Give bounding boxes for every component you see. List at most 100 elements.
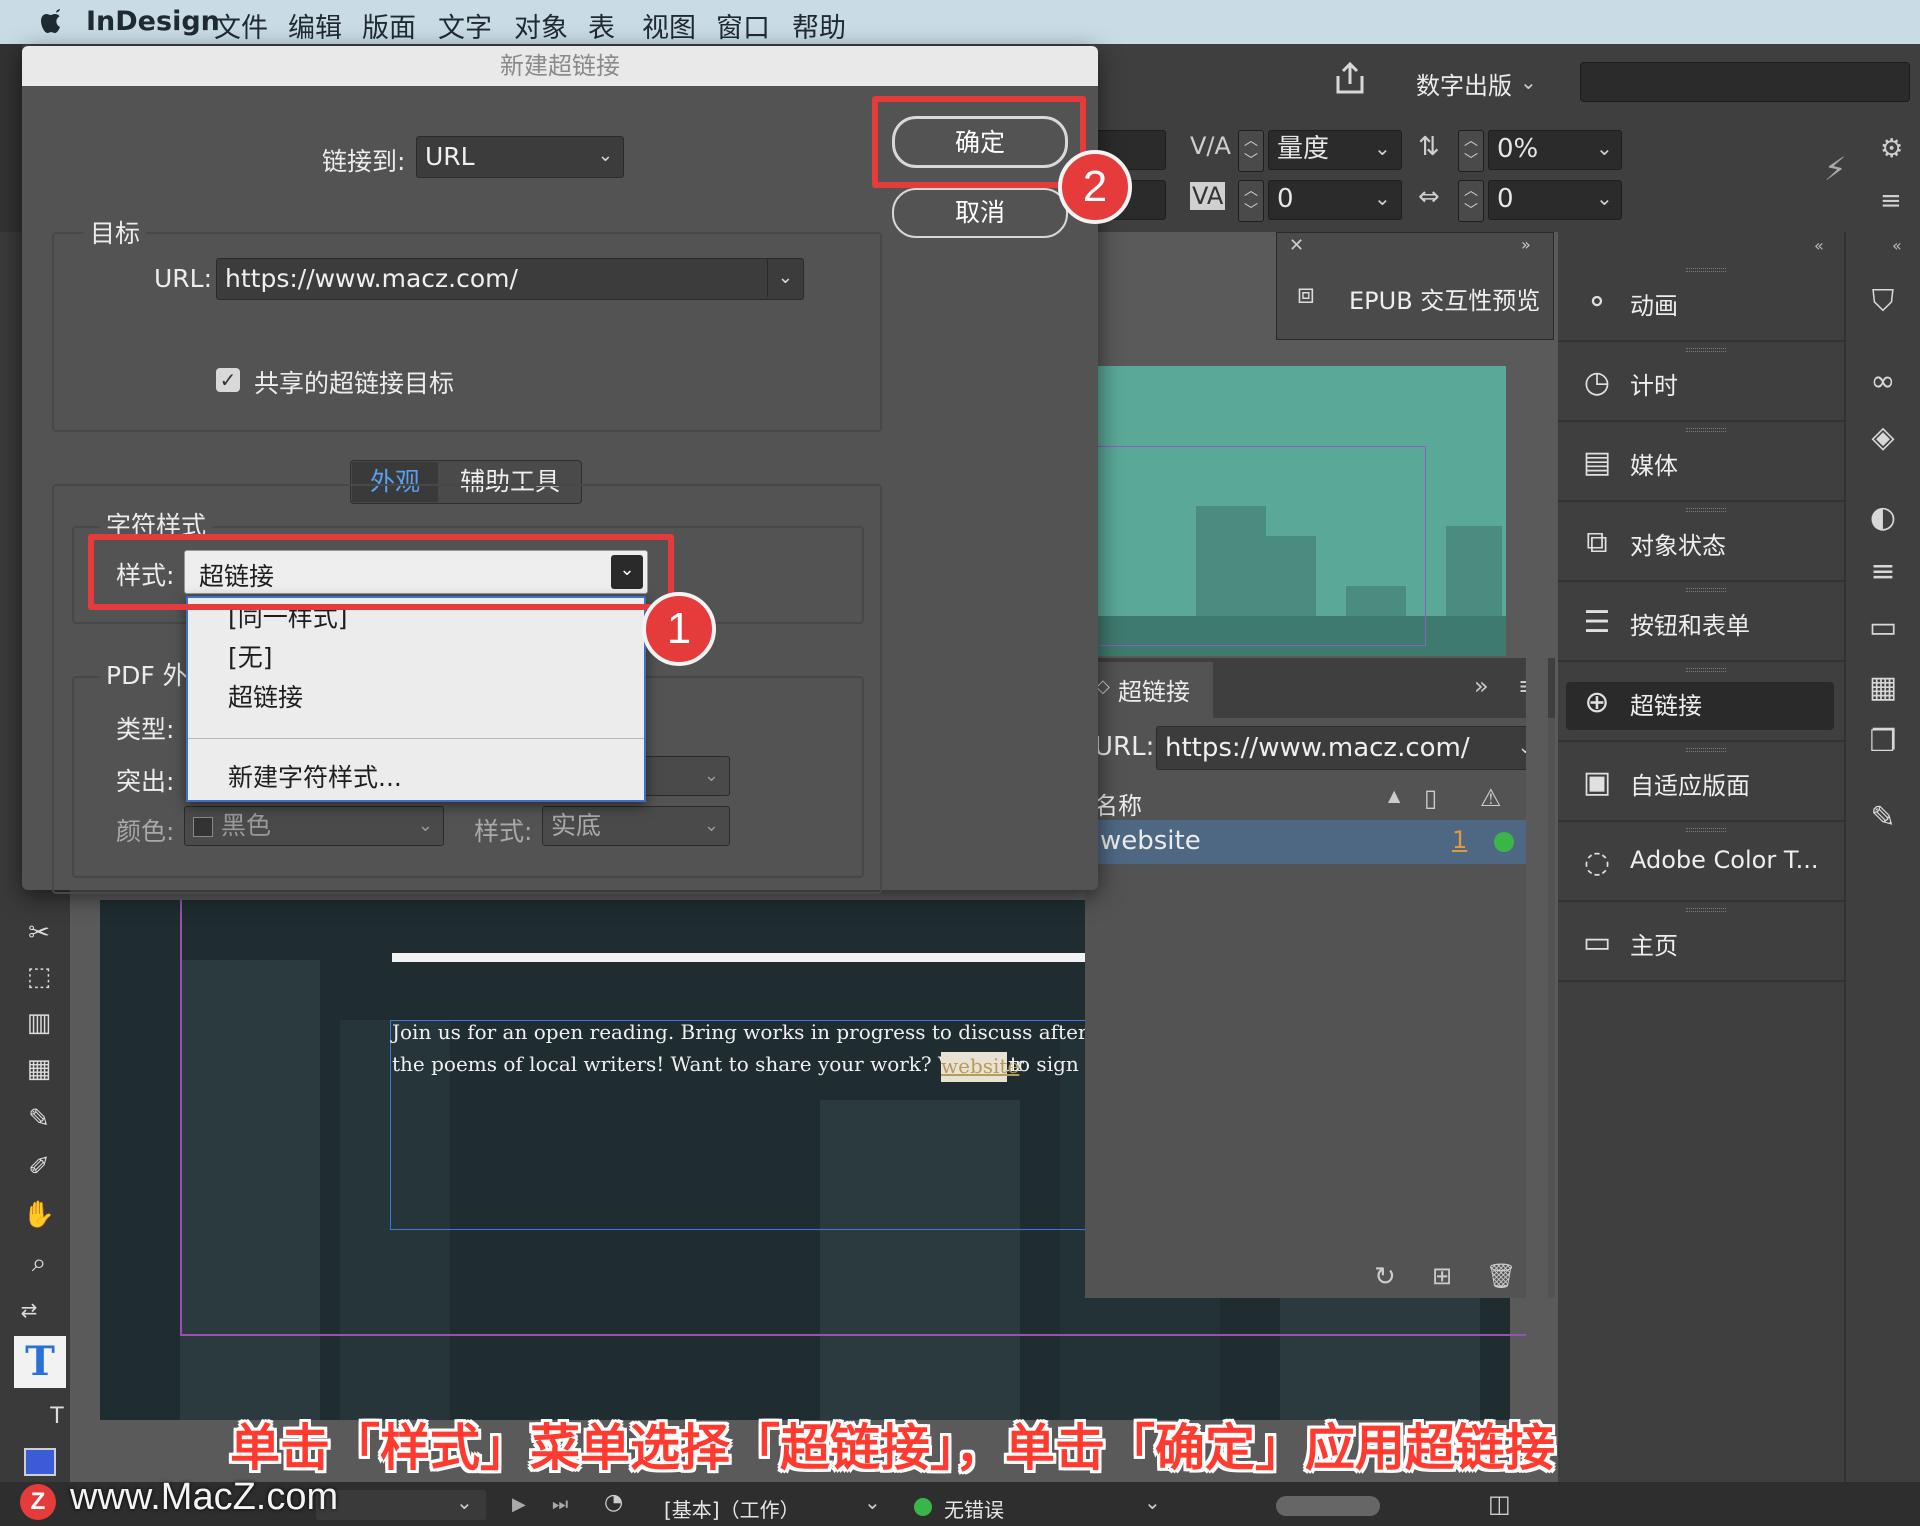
hyperlink-source-text[interactable]: website — [941, 1052, 1019, 1082]
gradient-swatch-icon[interactable]: ▥ — [22, 1008, 56, 1042]
close-icon[interactable]: ✕ — [1289, 235, 1304, 256]
chevron-down-icon[interactable]: ⌄ — [766, 259, 793, 297]
table-icon[interactable]: ▦ — [1862, 670, 1904, 710]
panel-item-pages[interactable]: ▭ 主页 — [1558, 904, 1844, 982]
menu-object[interactable]: 对象 — [514, 6, 568, 45]
preflight-icon[interactable]: ◔ — [604, 1490, 623, 1515]
share-icon[interactable] — [1330, 60, 1370, 96]
menu-item-hyperlink[interactable]: 超链接 — [228, 678, 303, 714]
type-label: 类型: — [116, 715, 175, 744]
menu-item-none[interactable]: [无] — [228, 638, 273, 674]
kerning-spinner[interactable]: ︿ ﹀ — [1238, 130, 1264, 172]
border-style-select[interactable]: 实底 ⌄ — [542, 806, 730, 846]
panel-item-object-states[interactable]: ⧉ 对象状态 — [1558, 504, 1844, 582]
chevron-down-icon[interactable]: ⌄ — [456, 1490, 473, 1514]
free-transform-icon[interactable]: ⬚ — [22, 962, 56, 996]
collapse-left-icon[interactable]: « — [1892, 236, 1902, 255]
shared-destination-checkbox[interactable]: ✓ — [216, 368, 240, 392]
menu-app-name[interactable]: InDesign — [86, 6, 220, 37]
panel-item-adobe-color[interactable]: ◌ Adobe Color T... — [1558, 824, 1844, 902]
chevron-down-icon[interactable]: ⌄ — [1374, 186, 1391, 210]
chevron-down-icon[interactable]: ⌄ — [1596, 136, 1613, 160]
panel-item-liquid-layout[interactable]: ▣ 自适应版面 — [1558, 744, 1844, 822]
panel-item-buttons-forms[interactable]: ☰ 按钮和表单 — [1558, 584, 1844, 662]
double-chevron-icon[interactable]: » — [1474, 672, 1489, 700]
stroke-icon[interactable]: ≡ — [1862, 554, 1904, 594]
hyperlink-page-link[interactable]: 1 — [1452, 826, 1467, 854]
panel-expand-icon[interactable]: ◇ — [1096, 676, 1110, 697]
chevron-down-icon[interactable]: ⌄ — [1596, 186, 1613, 210]
gear-icon[interactable]: ⚙ — [1880, 134, 1903, 164]
cc-libraries-icon[interactable]: ⛉ — [1862, 284, 1904, 324]
name-column-header[interactable]: 名称 — [1094, 786, 1142, 821]
menu-file[interactable]: 文件 — [214, 6, 268, 45]
pages-icon[interactable]: ❐ — [1862, 724, 1904, 764]
baseline-spinner[interactable]: ︿ ﹀ — [1458, 130, 1484, 172]
new-hyperlink-icon[interactable]: ⊞ — [1432, 1262, 1452, 1290]
hand-icon[interactable]: ✋ — [22, 1200, 56, 1234]
layers-icon[interactable]: ◈ — [1862, 420, 1904, 460]
paragraph-line-1: Join us for an open reading. Bring works… — [392, 1020, 1203, 1044]
style-dropdown-menu: [同一样式] [无] 超链接 新建字符样式... — [186, 596, 646, 802]
refresh-icon[interactable]: ↻ — [1374, 1262, 1396, 1292]
panel-item-hyperlinks[interactable]: ⊕ 超链接 — [1558, 664, 1844, 742]
panel-item-media[interactable]: ▤ 媒体 — [1558, 424, 1844, 502]
links-icon[interactable]: ∞ — [1862, 364, 1904, 404]
edit-icon[interactable]: ✎ — [1862, 800, 1904, 840]
hl-url-field[interactable]: https://www.macz.com/⌄ — [1156, 726, 1544, 770]
panel-menu-icon[interactable]: ≡ — [1880, 186, 1902, 216]
collapse-icon[interactable]: » — [1521, 235, 1531, 254]
chevron-down-icon[interactable]: ⌄ — [1374, 136, 1391, 160]
panel-item-timing[interactable]: ◷ 计时 — [1558, 344, 1844, 422]
menu-layout[interactable]: 版面 — [362, 6, 416, 45]
chevron-down-icon[interactable]: ⌄ — [704, 757, 719, 795]
next-page-icon[interactable]: ▶ — [512, 1494, 526, 1515]
zoom-icon[interactable]: ⌕ — [22, 1248, 56, 1282]
search-field[interactable] — [1580, 62, 1910, 102]
menu-view[interactable]: 视图 — [642, 6, 696, 45]
format-text-icon[interactable]: T — [14, 1336, 66, 1388]
vertical-scrollbar[interactable] — [1526, 376, 1548, 1406]
chevron-down-icon[interactable]: ⌄ — [704, 807, 719, 845]
chevron-down-icon[interactable]: ⌄ — [864, 1490, 881, 1514]
link-to-select[interactable]: URL ⌄ — [416, 136, 624, 178]
apple-icon[interactable] — [40, 6, 70, 36]
menu-item-new-char-style[interactable]: 新建字符样式... — [228, 758, 402, 794]
menu-table[interactable]: 表 — [588, 6, 615, 45]
trash-icon[interactable]: 🗑 — [1486, 1262, 1516, 1290]
url-field[interactable]: https://www.macz.com/ ⌄ — [216, 258, 804, 300]
horizontal-scrollbar[interactable] — [1276, 1496, 1380, 1516]
gradient-feather-icon[interactable]: ▦ — [22, 1054, 56, 1088]
swap-colors-icon[interactable]: ⇄ — [12, 1298, 46, 1332]
sort-up-icon[interactable]: ▲ — [1388, 786, 1400, 805]
chevron-down-icon[interactable]: ⌄ — [598, 137, 613, 175]
hyperlinks-tab-label[interactable]: 超链接 — [1118, 672, 1190, 707]
cancel-button[interactable]: 取消 — [892, 188, 1068, 238]
menu-edit[interactable]: 编辑 — [288, 6, 342, 45]
eyedropper-icon[interactable]: ✐ — [22, 1152, 56, 1186]
menu-type[interactable]: 文字 — [438, 6, 492, 45]
text-container-icon[interactable]: T — [40, 1404, 74, 1438]
scissors-icon[interactable]: ✂ — [22, 918, 56, 952]
color-select[interactable]: 黑色 ⌄ — [184, 806, 444, 846]
chevron-down-icon[interactable]: ⌄ — [1520, 70, 1537, 94]
lightning-icon[interactable]: ⚡ — [1824, 150, 1846, 188]
split-view-icon[interactable]: ◫ — [1488, 1490, 1511, 1518]
publish-workspace[interactable]: 数字出版 — [1416, 66, 1512, 101]
chevron-down-icon[interactable]: ⌄ — [418, 807, 433, 845]
menu-help[interactable]: 帮助 — [792, 6, 846, 45]
tracking-spinner[interactable]: ︿ ﹀ — [1238, 180, 1264, 222]
gradient-icon[interactable]: ▭ — [1862, 610, 1904, 650]
panel-item-animation[interactable]: ⚬ 动画 — [1558, 264, 1844, 342]
menu-window[interactable]: 窗口 — [716, 6, 770, 45]
swatches-icon[interactable]: ◐ — [1862, 500, 1904, 540]
note-icon[interactable]: ✎ — [22, 1104, 56, 1138]
collapse-left-icon[interactable]: « — [1814, 236, 1824, 255]
chevron-down-icon[interactable]: ⌄ — [1144, 1490, 1161, 1514]
skew-spinner[interactable]: ︿ ﹀ — [1458, 180, 1484, 222]
preflight-profile[interactable]: [基本]（工作） — [664, 1494, 800, 1523]
teal-image-frame[interactable] — [1096, 366, 1506, 656]
screen-mode-icon[interactable] — [24, 1448, 56, 1476]
epub-preview-label[interactable]: EPUB 交互性预览 — [1349, 281, 1540, 316]
last-page-icon[interactable]: ⏭ — [552, 1494, 568, 1515]
